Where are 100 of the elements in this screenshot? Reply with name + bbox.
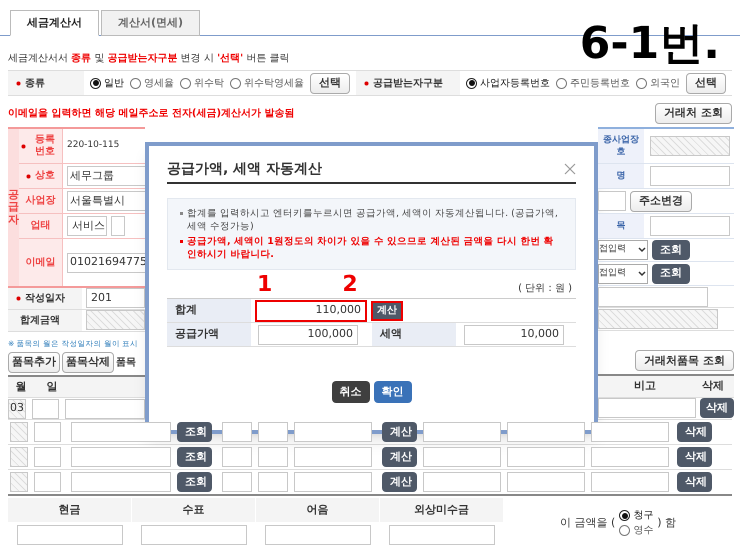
info-text: 공급가액, 세액이 1원정도의 차이가 있을 수 있으므로 계산된 금액을 다시 한번 확인하시기 바랍니다. <box>187 235 555 261</box>
input-field[interactable] <box>10 472 28 492</box>
select-field[interactable]: 접입력 <box>598 264 648 284</box>
action-button[interactable]: 품목추가 <box>8 352 60 373</box>
cancel-button[interactable]: 취소 <box>332 381 370 403</box>
input-field[interactable] <box>34 472 61 492</box>
input-field[interactable] <box>507 422 585 442</box>
input-field[interactable] <box>423 472 501 492</box>
radio-option[interactable]: 외국인 <box>636 76 680 90</box>
input-field[interactable] <box>17 525 123 545</box>
notice-text: 세금계산서서 종류 및 공급받는자구분 변경 시 '선택' 버튼 클릭 <box>7 52 291 66</box>
input-field[interactable] <box>258 422 288 442</box>
input-field[interactable] <box>71 472 171 492</box>
input-field[interactable] <box>294 472 372 492</box>
step-marker: 1 <box>257 274 272 296</box>
column-header: 비고 <box>633 378 657 394</box>
input-field[interactable] <box>258 472 288 492</box>
input-field[interactable] <box>423 422 501 442</box>
action-button[interactable]: 선택 <box>310 72 350 94</box>
input-field[interactable]: 100,000 <box>258 324 358 344</box>
input-field[interactable]: 110,000 <box>255 300 367 322</box>
action-button[interactable]: 계산 <box>382 472 417 492</box>
action-button[interactable]: 조회 <box>177 422 212 442</box>
action-button[interactable]: 계산 <box>382 447 417 467</box>
input-field[interactable] <box>34 422 61 442</box>
input-field[interactable] <box>86 310 145 330</box>
radio-option[interactable]: 주민등록번호 <box>556 76 630 90</box>
radio-option[interactable]: 위수탁영세율 <box>230 76 304 90</box>
input-field[interactable] <box>423 447 501 467</box>
input-field[interactable] <box>591 447 669 467</box>
input-field[interactable] <box>222 447 252 467</box>
required-icon <box>26 174 31 178</box>
radio-option[interactable]: 청구 <box>619 508 654 523</box>
input-field[interactable]: 03 <box>8 398 26 419</box>
action-button[interactable]: 조회 <box>652 264 690 284</box>
input-field[interactable] <box>294 422 372 442</box>
field-label: 업태 <box>19 214 63 238</box>
input-field[interactable] <box>65 398 145 419</box>
dialog-title: 공급가액, 세액 자동계산 <box>167 160 322 178</box>
select-field[interactable]: 접입력 <box>598 240 648 260</box>
radio-option[interactable]: 영세율 <box>130 76 174 90</box>
input-field[interactable] <box>10 447 28 467</box>
field-label: 이메일 <box>19 239 63 286</box>
calculate-button[interactable]: 계산 <box>371 300 403 320</box>
input-field[interactable] <box>71 422 171 442</box>
input-field[interactable] <box>222 422 252 442</box>
input-field[interactable] <box>591 422 669 442</box>
chevron-down-icon <box>638 270 646 276</box>
input-field[interactable] <box>598 191 626 211</box>
action-button[interactable]: 조회 <box>652 240 690 260</box>
action-button[interactable]: 조회 <box>177 447 212 467</box>
input-field[interactable] <box>71 447 171 467</box>
radio-option[interactable]: 위수탁 <box>180 76 224 90</box>
action-button[interactable]: 계산 <box>382 422 417 442</box>
input-field[interactable] <box>598 286 708 307</box>
input-field[interactable] <box>10 422 28 442</box>
input-field[interactable]: 10,000 <box>464 324 564 344</box>
action-button[interactable]: 주소변경 <box>630 190 692 212</box>
input-field[interactable] <box>507 472 585 492</box>
input-field[interactable] <box>598 398 696 418</box>
input-field[interactable] <box>591 472 669 492</box>
input-field[interactable] <box>650 216 730 236</box>
input-field[interactable] <box>650 136 730 156</box>
confirm-button[interactable]: 확인 <box>374 381 412 403</box>
amount-label: ) 함 <box>657 514 676 531</box>
action-button[interactable]: 삭제 <box>677 447 712 467</box>
tab[interactable]: 계산서(면세) <box>101 10 200 36</box>
input-field[interactable] <box>111 216 125 236</box>
close-icon[interactable] <box>564 163 576 175</box>
input-field[interactable] <box>34 447 61 467</box>
input-field[interactable] <box>389 525 495 545</box>
input-field[interactable] <box>294 447 372 467</box>
column-header: 삭제 <box>701 378 725 394</box>
row-label: 공급받는자구분 <box>356 71 460 95</box>
action-button[interactable]: 거래처품목 조회 <box>635 350 734 372</box>
input-field[interactable]: 201 <box>86 288 145 308</box>
input-field[interactable] <box>32 398 59 419</box>
input-field[interactable] <box>222 472 252 492</box>
radio-option[interactable]: 일반 <box>90 76 124 90</box>
input-field[interactable]: 서비스 <box>67 216 107 236</box>
input-field[interactable] <box>507 447 585 467</box>
input-field[interactable] <box>258 447 288 467</box>
action-button[interactable]: 조회 <box>177 472 212 492</box>
field-label: 종사업장 호 <box>598 129 644 163</box>
input-field[interactable] <box>265 525 371 545</box>
tab[interactable]: 세금계산서 <box>10 10 99 36</box>
action-button[interactable]: 삭제 <box>677 472 712 492</box>
chevron-down-icon <box>638 247 646 253</box>
annotation-label: 6-1번. <box>580 22 720 66</box>
action-button[interactable]: 삭제 <box>700 398 734 418</box>
radio-option[interactable]: 사업자등록번호 <box>466 76 550 90</box>
radio-option[interactable]: 영수 <box>619 523 654 538</box>
action-button[interactable]: 거래처 조회 <box>655 102 732 124</box>
action-button[interactable]: 품목삭제 <box>62 352 114 373</box>
action-button[interactable]: 선택 <box>686 72 726 94</box>
input-field[interactable] <box>650 166 730 186</box>
action-button[interactable]: 삭제 <box>677 422 712 442</box>
group-label: 공급자 <box>8 129 19 286</box>
input-field[interactable] <box>141 525 247 545</box>
input-field[interactable] <box>598 309 718 330</box>
